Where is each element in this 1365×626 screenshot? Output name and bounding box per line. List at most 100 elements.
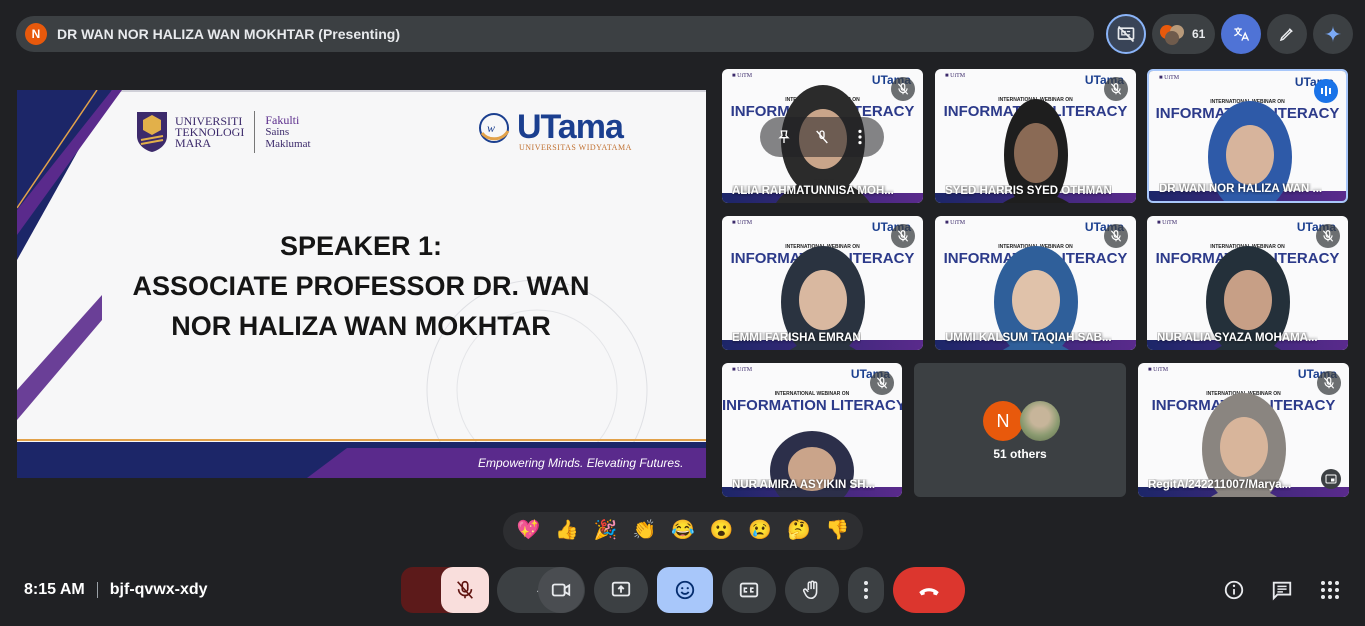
avatar: N: [983, 401, 1023, 441]
uitm-logo: ■ UiTM: [945, 220, 966, 226]
uitm-logo: ■ UiTM: [732, 220, 753, 226]
mute-participant-button[interactable]: [804, 119, 840, 155]
meeting-code: bjf-qvwx-xdy: [109, 581, 208, 598]
participant-name: SYED HARRIS SYED OTHMAN: [945, 185, 1112, 197]
emoji-icon: [675, 580, 695, 600]
uitm-logo: ■ UiTM: [732, 367, 753, 373]
mic-off-icon: [1317, 371, 1341, 395]
reaction-thumbs-up[interactable]: 👍: [555, 521, 579, 541]
annotate-button[interactable]: [1267, 14, 1308, 54]
camera-toggle-button[interactable]: [538, 567, 584, 613]
present-button[interactable]: [594, 567, 648, 613]
more-options-button[interactable]: [842, 119, 878, 155]
reactions-bar: 💖 👍 🎉 👏 😂 😮 😢 🤔 👎: [503, 512, 863, 550]
pin-button[interactable]: [766, 119, 802, 155]
meeting-details-button[interactable]: [1221, 577, 1247, 603]
translate-icon: [1234, 27, 1250, 41]
participant-name: NUR AMIRA ASYIKIN SH...: [732, 479, 876, 491]
chat-button[interactable]: [1269, 577, 1295, 603]
reaction-clapping[interactable]: 👏: [632, 521, 656, 541]
participant-name: EMMI FARISHA EMRAN: [732, 332, 861, 344]
reaction-crying[interactable]: 😢: [748, 521, 772, 541]
tile-hover-controls: [760, 117, 884, 157]
pen-icon: [1280, 28, 1294, 42]
uitm-logo: ■ UiTM: [1148, 367, 1169, 373]
others-tile[interactable]: N 51 others: [914, 363, 1126, 497]
participant-name: UMMI KALSUM TAQIAH SAB...: [945, 332, 1112, 344]
speaking-icon: [1314, 79, 1338, 103]
participant-tile[interactable]: ■ UiTM UTama INTERNATIONAL WEBINAR ON IN…: [1147, 216, 1348, 350]
reaction-thinking[interactable]: 🤔: [787, 521, 811, 541]
reaction-tears-of-joy[interactable]: 😂: [671, 521, 695, 541]
chat-icon: [1272, 581, 1292, 601]
mic-off-icon: [457, 580, 473, 599]
info-icon: [1224, 580, 1244, 600]
others-label: 51 others: [993, 447, 1047, 461]
leave-call-button[interactable]: [893, 567, 965, 613]
participant-tile[interactable]: ■ UiTM UTama INTERNATIONAL WEBINAR ON IN…: [935, 216, 1136, 350]
svg-text:w: w: [487, 121, 495, 135]
participant-tile[interactable]: ■ UiTM UTama INTERNATIONAL WEBINAR ON IN…: [1147, 69, 1348, 203]
fakulti-text: Fakulti Sains Maklumat: [265, 113, 311, 150]
pin-icon: [778, 130, 790, 143]
meeting-info: 8:15 AM bjf-qvwx-xdy: [24, 581, 208, 599]
participant-name: DR WAN NOR HALIZA WAN ...: [1159, 183, 1323, 195]
hand-icon: [802, 580, 818, 600]
presenter-avatar: N: [25, 23, 47, 45]
reaction-sparkling-heart[interactable]: 💖: [516, 521, 540, 541]
more-options-button[interactable]: [848, 567, 884, 613]
mic-off-icon: [816, 130, 828, 144]
participant-tile[interactable]: ■ UiTM UTama INTERNATIONAL WEBINAR ON IN…: [1138, 363, 1349, 497]
gemini-icon: [1325, 25, 1342, 43]
mic-off-icon: [1316, 224, 1340, 248]
uitm-text: UNIVERSITI TEKNOLOGI MARA: [175, 113, 245, 150]
reaction-thumbs-down[interactable]: 👎: [826, 521, 850, 541]
present-icon: [611, 581, 631, 597]
reaction-party-popper[interactable]: 🎉: [594, 521, 618, 541]
camera-icon: [551, 583, 571, 597]
utama-logo: w UTama UNIVERSITAS WIDYATAMA: [477, 108, 632, 152]
participant-tile[interactable]: ■ UiTM UTama INTERNATIONAL WEBINAR ON IN…: [722, 69, 923, 203]
participant-tile[interactable]: ■ UiTM UTama INTERNATIONAL WEBINAR ON IN…: [935, 69, 1136, 203]
participant-tile[interactable]: ■ UiTM UTama INTERNATIONAL WEBINAR ON IN…: [722, 216, 923, 350]
uitm-logo: ■ UiTM: [945, 73, 966, 79]
activities-button[interactable]: [1317, 577, 1343, 603]
meeting-time: 8:15 AM: [24, 581, 85, 598]
people-button[interactable]: 61: [1152, 14, 1216, 54]
uitm-logo: UNIVERSITI TEKNOLOGI MARA Fakulti Sains …: [135, 110, 311, 154]
captions-icon: [739, 582, 759, 598]
participant-name: ALIA RAHMATUNNISA MOH...: [732, 185, 894, 197]
avatar: [1020, 401, 1060, 441]
hangup-icon: [919, 588, 939, 596]
speaker-title: SPEAKER 1: ASSOCIATE PROFESSOR DR. WAN N…: [132, 231, 590, 341]
mic-off-icon: [891, 224, 915, 248]
utama-emblem-icon: w: [479, 112, 510, 143]
captions-button[interactable]: [722, 567, 776, 613]
people-icon: [1160, 25, 1186, 45]
mic-off-icon: [891, 77, 915, 101]
picture-in-picture-icon[interactable]: [1321, 469, 1341, 489]
more-icon: [864, 581, 868, 599]
hide-presentation-button[interactable]: [1106, 14, 1146, 54]
mic-toggle-button[interactable]: [441, 567, 489, 613]
reactions-button[interactable]: [657, 567, 713, 613]
uitm-logo: ■ UiTM: [1157, 220, 1178, 226]
webinar-heading: INFORMATION LITERACY: [722, 397, 902, 414]
more-icon: [858, 129, 862, 145]
participant-count: 61: [1192, 27, 1206, 41]
presenter-label: DR WAN NOR HALIZA WAN MOKHTAR (Presentin…: [57, 26, 400, 42]
mic-off-icon: [870, 371, 894, 395]
apps-icon: [1321, 581, 1339, 599]
presenter-bar: N DR WAN NOR HALIZA WAN MOKHTAR (Present…: [16, 16, 1094, 52]
gemini-button[interactable]: [1313, 14, 1354, 54]
reaction-surprised[interactable]: 😮: [710, 521, 734, 541]
slide-tagline: Empowering Minds. Elevating Futures.: [478, 456, 684, 470]
mic-off-icon: [1104, 224, 1128, 248]
hide-presentation-icon: [1117, 25, 1135, 43]
raise-hand-button[interactable]: [785, 567, 839, 613]
presentation-slide: UNIVERSITI TEKNOLOGI MARA Fakulti Sains …: [17, 90, 706, 478]
participant-tile[interactable]: ■ UiTM UTama INTERNATIONAL WEBINAR ON IN…: [722, 363, 902, 497]
uitm-shield-icon: [137, 112, 167, 152]
translate-button[interactable]: [1221, 14, 1262, 54]
top-right-controls: 61: [1106, 14, 1354, 54]
